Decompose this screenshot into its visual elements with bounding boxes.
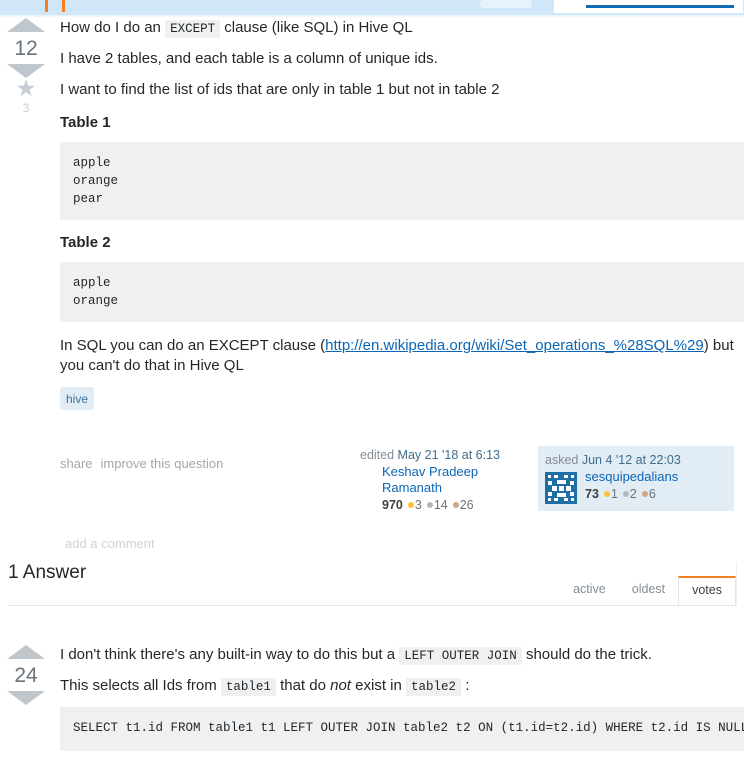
question-vote-count: 12 <box>14 37 38 60</box>
a-p2-pre: This selects all Ids from <box>60 676 221 694</box>
editor-reputation: 970 <box>382 498 403 513</box>
editor-details: Keshav Pradeep Ramanath 970 3 14 26 <box>360 464 520 514</box>
answer-sql-code-block: SELECT t1.id FROM table1 t1 LEFT OUTER J… <box>60 706 744 751</box>
editor-silver-count: 14 <box>433 498 448 513</box>
a-p2-mid: that do <box>275 676 331 694</box>
question-tag-list: hive <box>60 387 744 411</box>
inline-code-except: EXCEPT <box>165 20 221 38</box>
q-p1-pre: How do I do an <box>60 19 166 36</box>
question-paragraph-1: How do I do an EXCEPT clause (like SQL) … <box>60 18 744 38</box>
edited-timestamp: edited May 21 '18 at 6:13 <box>360 446 520 464</box>
a-p1-pre: I don't think there's any built-in way t… <box>60 646 400 663</box>
silver-badge-icon <box>426 502 433 509</box>
owner-reputation-row: 73 1 2 6 <box>585 485 727 503</box>
q-p4-pre: In SQL you can do an EXCEPT clause ( <box>60 337 326 355</box>
tag-hive[interactable]: hive <box>60 387 95 411</box>
editor-bronze-count: 26 <box>459 498 474 513</box>
editor-reputation-row: 970 3 14 26 <box>382 496 520 514</box>
edited-time-link[interactable]: May 21 '18 at 6:13 <box>398 448 500 462</box>
tabs-divider-right <box>736 562 737 606</box>
tabs-divider <box>8 605 736 606</box>
owner-silver-count: 2 <box>629 487 637 502</box>
question-paragraph-2: I have 2 tables, and each table is a col… <box>60 49 438 67</box>
question-signature-row: share improve this question edited May 21… <box>60 446 744 532</box>
owner-details: sesquipedalians 73 1 2 6 <box>585 469 727 503</box>
favorite-count: 3 <box>22 101 30 116</box>
top-notification-banner <box>0 0 744 15</box>
bronze-badge-icon <box>452 502 459 509</box>
answer-vote-up-arrow-icon[interactable] <box>7 645 45 659</box>
banner-signup-box[interactable] <box>553 0 744 14</box>
gold-badge-icon <box>603 491 610 498</box>
answer-vote-down-arrow-icon[interactable] <box>7 691 45 706</box>
table1-heading: Table 1 <box>60 113 111 131</box>
owner-gold-count: 1 <box>610 487 618 502</box>
answer-paragraph-2: This selects all Ids from table1 that do… <box>60 676 744 696</box>
edited-label: edited <box>360 448 395 463</box>
asked-timestamp: asked Jun 4 '12 at 22:03 <box>545 451 727 469</box>
gold-badge-icon <box>407 502 414 509</box>
table2-heading: Table 2 <box>60 234 111 252</box>
q-p1-post: clause (like SQL) in Hive QL <box>220 19 413 36</box>
bronze-badge-icon <box>641 491 648 498</box>
answer-body: I don't think there's any built-in way t… <box>60 645 744 763</box>
a-p2-mid2: exist in <box>350 676 407 694</box>
answer-sort-tabs: active oldest votes <box>560 576 736 606</box>
answer-paragraph-1: I don't think there's any built-in way t… <box>60 645 744 665</box>
answers-header: 1 Answer active oldest votes <box>0 562 744 606</box>
answers-count-label: 1 Answer <box>8 562 87 583</box>
inline-code-table1: table1 <box>220 677 276 696</box>
answer-vote-cell: 24 <box>0 645 52 706</box>
question-editor-card: edited May 21 '18 at 6:13 Keshav Pradeep… <box>360 446 520 514</box>
editor-username[interactable]: Keshav Pradeep Ramanath <box>382 464 520 496</box>
asked-time-link[interactable]: Jun 4 '12 at 22:03 <box>582 453 681 467</box>
owner-reputation: 73 <box>585 487 599 502</box>
a-p2-post: : <box>461 676 470 694</box>
tab-active[interactable]: active <box>560 576 619 606</box>
favorite-star-icon[interactable]: ★ <box>0 77 52 100</box>
tab-oldest[interactable]: oldest <box>619 576 678 606</box>
share-link[interactable]: share <box>60 456 93 471</box>
question-post-menu: share improve this question <box>60 456 231 471</box>
improve-question-link[interactable]: improve this question <box>101 456 224 471</box>
question-body: How do I do an EXCEPT clause (like SQL) … <box>60 18 744 532</box>
table2-code-block: apple orange <box>60 262 744 323</box>
a-p2-emphasis: not <box>330 676 351 694</box>
question-paragraph-4: In SQL you can do an EXCEPT clause (http… <box>60 336 744 376</box>
question-paragraph-3: I want to find the list of ids that are … <box>60 80 500 98</box>
identicon-avatar-icon[interactable] <box>545 472 577 505</box>
answer-vote-count: 24 <box>14 664 38 687</box>
asked-label: asked <box>545 453 579 468</box>
owner-username[interactable]: sesquipedalians <box>585 469 727 485</box>
table1-code-block: apple orange pear <box>60 141 744 221</box>
blue-button-bar-icon[interactable] <box>586 5 734 8</box>
tab-votes[interactable]: votes <box>678 576 736 606</box>
stackoverflow-logo-icon <box>45 0 65 12</box>
question-owner-card: asked Jun 4 '12 at 22:03 sesquipedalians… <box>538 446 734 512</box>
question-vote-up-arrow-icon[interactable] <box>7 18 45 32</box>
a-p1-post: should do the trick. <box>521 646 652 663</box>
owner-bronze-count: 6 <box>648 487 656 502</box>
banner-pill-decoration <box>480 0 532 8</box>
silver-badge-icon <box>622 491 629 498</box>
inline-code-left-outer-join: LEFT OUTER JOIN <box>399 647 522 665</box>
inline-code-table2: table2 <box>406 677 462 696</box>
question-vote-cell: 12 ★ 3 <box>0 18 52 116</box>
wikipedia-set-operations-link[interactable]: http://en.wikipedia.org/wiki/Set_operati… <box>325 337 704 354</box>
editor-gold-count: 3 <box>414 498 422 513</box>
add-a-comment-link[interactable]: add a comment <box>65 536 155 551</box>
